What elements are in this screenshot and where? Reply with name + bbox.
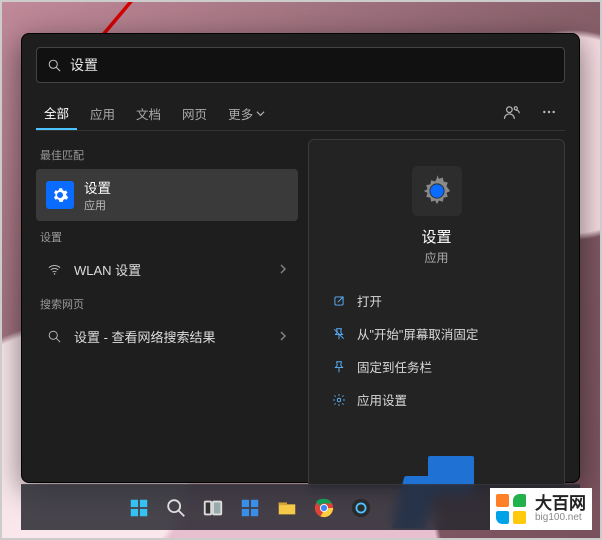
image-frame: [0, 0, 602, 540]
